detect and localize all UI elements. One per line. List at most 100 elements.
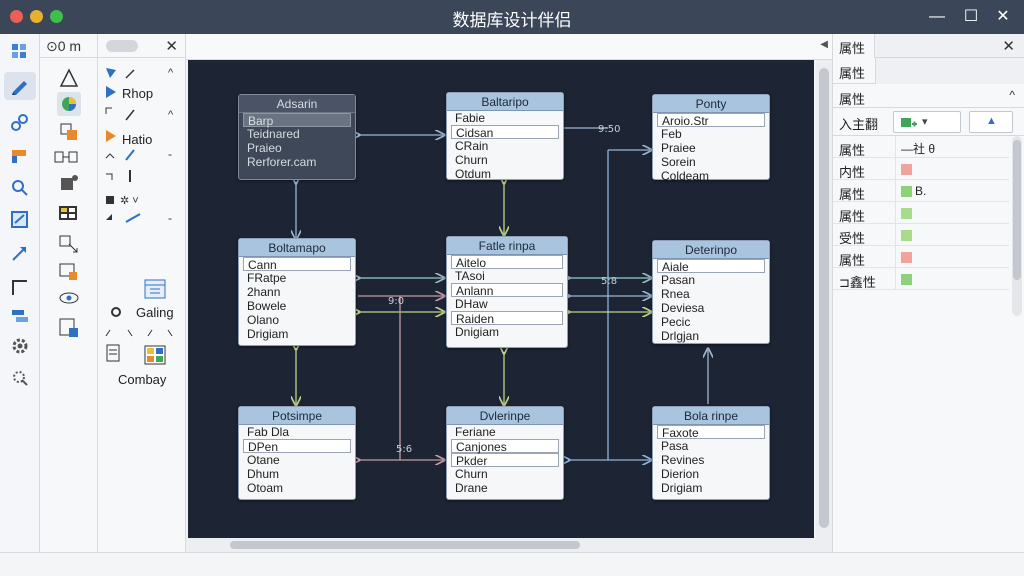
entity-field[interactable]: Canjones: [451, 439, 559, 454]
entity-field[interactable]: Fab Dla: [239, 425, 355, 439]
entity-field[interactable]: DPen: [243, 439, 351, 454]
property-value[interactable]: —社 θ: [901, 140, 935, 157]
entity-card[interactable]: Potsimpe Fab Dla DPen Otane Dhum Otoam: [238, 406, 356, 500]
properties-scroll-thumb[interactable]: [1013, 140, 1021, 280]
entity-field[interactable]: Drigiam: [239, 327, 355, 341]
pen-tool-item[interactable]: [57, 66, 81, 90]
entity-field[interactable]: Aiale: [657, 259, 765, 274]
entity-field[interactable]: Sorein: [653, 155, 769, 169]
entity-field[interactable]: Teidnared: [239, 127, 355, 141]
collapse-caret-icon[interactable]: ^: [1009, 88, 1015, 102]
entity-card[interactable]: Fatle rinpa Aitelo TAsoi Anlann DHaw Rai…: [446, 236, 568, 348]
element-item-hatio[interactable]: Hatio: [122, 132, 152, 152]
entity-field[interactable]: TAsoi: [447, 269, 567, 283]
property-color-swatch[interactable]: [901, 208, 912, 219]
minimize-button[interactable]: —: [924, 4, 950, 30]
entity-field[interactable]: 2hann: [239, 285, 355, 299]
entity-card[interactable]: Dvlerinpe Feriane Canjones Pkder Churn D…: [446, 406, 564, 500]
entity-field[interactable]: Raiden: [451, 311, 563, 326]
entity-field[interactable]: Aroio.Str: [657, 113, 765, 128]
properties-section-header[interactable]: 属性 ^: [833, 84, 1024, 108]
entity-field[interactable]: Churn: [447, 467, 563, 481]
entity-field[interactable]: Dierion: [653, 467, 769, 481]
er-diagram-canvas[interactable]: 9:50 5:8 9:0 5:6 Adsarin Barp Teidnared …: [188, 60, 814, 538]
entity-field[interactable]: Aitelo: [451, 255, 563, 270]
entity-card[interactable]: Deterinpo Aiale Pasan Rnea Deviesa Pecic…: [652, 240, 770, 344]
entity-field[interactable]: Drigiam: [653, 481, 769, 495]
sort-tool-item[interactable]: [57, 232, 81, 256]
entity-field[interactable]: Revines: [653, 453, 769, 467]
entity-field[interactable]: Barp: [243, 113, 351, 128]
frame-tool-button[interactable]: [4, 206, 36, 234]
property-color-swatch[interactable]: [901, 252, 912, 263]
panel-search-pill[interactable]: [106, 40, 138, 52]
align-tool-item[interactable]: [53, 146, 78, 170]
view-tool-item[interactable]: [57, 286, 81, 310]
property-row[interactable]: 属性 —社 θ: [833, 136, 1009, 158]
canvas-menu-dropdown[interactable]: ◀: [820, 39, 828, 50]
draw-tool-button[interactable]: [4, 72, 36, 100]
horizontal-scroll-thumb[interactable]: [230, 541, 580, 549]
property-color-swatch[interactable]: [901, 230, 912, 241]
entity-field[interactable]: Otane: [239, 453, 355, 467]
entity-field[interactable]: Churn: [447, 153, 563, 167]
highlight-tool-button[interactable]: [4, 142, 36, 170]
entity-field[interactable]: Rnea: [653, 287, 769, 301]
entity-field[interactable]: Fabie: [447, 111, 563, 125]
table-tool-item[interactable]: [57, 202, 81, 226]
entity-field[interactable]: Pecic: [653, 315, 769, 329]
property-row[interactable]: 受性: [833, 224, 1009, 246]
inspect-tool-button[interactable]: [4, 364, 36, 392]
entity-field[interactable]: Otoam: [239, 481, 355, 495]
link-tool-button[interactable]: [4, 108, 36, 136]
property-row[interactable]: 属性: [833, 202, 1009, 224]
entity-field[interactable]: Praiee: [653, 141, 769, 155]
close-button[interactable]: ✕: [990, 4, 1016, 30]
subtab-properties[interactable]: 属性: [839, 63, 865, 82]
grid-tool-button[interactable]: [4, 38, 36, 66]
add-field-dropdown[interactable]: ▾: [893, 111, 961, 133]
entity-field[interactable]: Faxote: [657, 425, 765, 440]
entity-card[interactable]: Adsarin Barp Teidnared Praieo Rerforer.c…: [238, 94, 356, 180]
element-item-combay[interactable]: Combay: [118, 372, 166, 392]
entity-field[interactable]: Pasa: [653, 439, 769, 453]
entity-field[interactable]: DHaw: [447, 297, 567, 311]
move-up-button[interactable]: ▲: [969, 111, 1013, 133]
settings-tool-button[interactable]: [4, 332, 36, 360]
vertical-scroll-thumb[interactable]: [819, 68, 829, 528]
properties-scrollbar[interactable]: [1012, 136, 1022, 316]
property-color-swatch[interactable]: [901, 274, 912, 285]
entity-field[interactable]: FRatpe: [239, 271, 355, 285]
entity-field[interactable]: Coldeam: [653, 169, 769, 183]
entity-field[interactable]: Feb: [653, 127, 769, 141]
search-tool-button[interactable]: [4, 174, 36, 202]
property-row[interactable]: 属性: [833, 246, 1009, 268]
entity-field[interactable]: Dhum: [239, 467, 355, 481]
entity-field[interactable]: Pkder: [451, 453, 559, 468]
entity-field[interactable]: CRain: [447, 139, 563, 153]
entity-field[interactable]: Cann: [243, 257, 351, 272]
copy-tool-item[interactable]: [57, 120, 81, 144]
property-row[interactable]: 属性 B.: [833, 180, 1009, 202]
report-tool-item[interactable]: [57, 316, 81, 340]
entity-card[interactable]: Ponty Aroio.Str Feb Praiee Sorein Coldea…: [652, 94, 770, 183]
entity-field[interactable]: Pasan: [653, 273, 769, 287]
entity-field[interactable]: Bowele: [239, 299, 355, 313]
connector-tool-button[interactable]: [4, 302, 36, 330]
property-row[interactable]: 内性: [833, 158, 1009, 180]
entity-field[interactable]: Olano: [239, 313, 355, 327]
tab-properties[interactable]: 属性: [833, 34, 875, 58]
properties-close-button[interactable]: ✕: [1002, 37, 1015, 55]
corner-tool-button[interactable]: [4, 274, 36, 302]
entity-card[interactable]: Bola rinpe Faxote Pasa Revines Dierion D…: [652, 406, 770, 500]
element-item-rhop[interactable]: Rhop: [122, 86, 153, 106]
property-value[interactable]: B.: [915, 184, 926, 198]
entity-card[interactable]: Baltaripo Fabie Cidsan CRain Churn Otdum: [446, 92, 564, 181]
entity-field[interactable]: Rerforer.cam: [239, 155, 355, 169]
canvas-horizontal-scrollbar[interactable]: [186, 538, 832, 552]
maximize-button[interactable]: ☐: [958, 4, 984, 30]
canvas-vertical-scrollbar[interactable]: [816, 60, 832, 538]
property-color-swatch[interactable]: [901, 164, 912, 175]
panel-close-button[interactable]: ✕: [165, 37, 178, 55]
relation-tool-button[interactable]: [4, 240, 36, 268]
